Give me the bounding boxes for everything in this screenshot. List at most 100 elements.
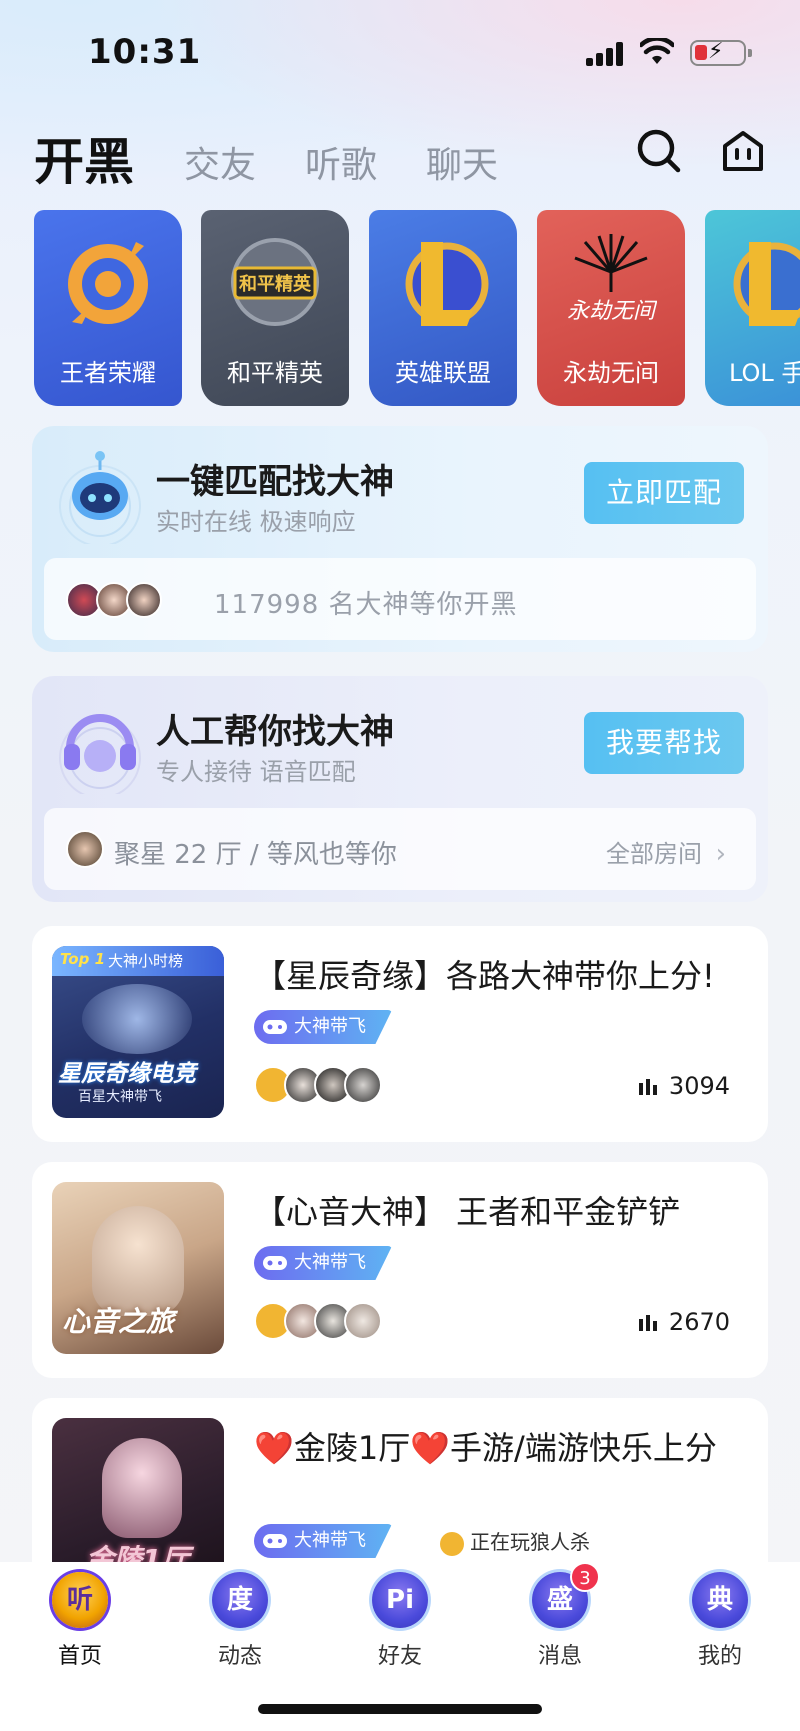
- thumb-title: 心音之旅: [62, 1305, 175, 1338]
- room-tag: 大神带飞: [254, 1524, 392, 1558]
- manual-match-title: 人工帮你找大神: [156, 712, 394, 752]
- game-card-lol[interactable]: 英雄联盟: [369, 210, 517, 406]
- chevron-right-icon: ›: [715, 839, 726, 869]
- game-name: 和平精英: [227, 359, 323, 387]
- quick-match-card: 一键匹配找大神 实时在线 极速响应 立即匹配 117998 名大神等你开黑: [32, 426, 768, 652]
- room-avatars: [254, 1066, 434, 1106]
- room-title: 【星辰奇缘】各路大神带你上分!: [254, 957, 715, 995]
- room-title: ❤️金陵1厅❤️手游/端游快乐上分: [254, 1429, 717, 1467]
- help-find-button[interactable]: 我要帮找: [584, 712, 744, 774]
- room-card[interactable]: Top 1 大神小时榜 星辰奇缘电竞 百星大神带飞 【星辰奇缘】各路大神带你上分…: [32, 926, 768, 1142]
- gamepad-icon: [263, 1256, 287, 1270]
- manual-match-subtitle: 专人接待 语音匹配: [156, 758, 356, 786]
- tab-kaihei[interactable]: 开黑: [34, 122, 134, 194]
- robot-mascot-icon: [59, 451, 141, 544]
- room-entry-bar[interactable]: 聚星 22 厅 / 等风也等你 全部房间 ›: [44, 808, 756, 890]
- moments-tab-icon: 度: [212, 1572, 268, 1628]
- svg-text:永劫无间: 永劫无间: [567, 299, 657, 324]
- nav-glyph: 盛: [546, 1585, 573, 1615]
- nav-glyph: 听: [66, 1585, 93, 1615]
- profile-tab-icon: 典: [692, 1572, 748, 1628]
- friends-tab-icon: Pi: [372, 1572, 428, 1628]
- manual-match-card: 人工帮你找大神 专人接待 语音匹配 我要帮找 聚星 22 厅 / 等风也等你 全…: [32, 676, 768, 902]
- room-thumbnail: Top 1 大神小时榜 星辰奇缘电竞 百星大神带飞: [52, 946, 224, 1118]
- tab-liaotian[interactable]: 聊天: [426, 136, 498, 188]
- room-avatars: [254, 1302, 434, 1342]
- game-card-yongjie[interactable]: 永劫无间 永劫无间: [537, 210, 685, 406]
- audio-bars-icon: [638, 1079, 659, 1095]
- lol-logo-icon: [405, 242, 489, 326]
- game-card-heping[interactable]: 和平精英 和平精英: [201, 210, 349, 406]
- game-category-strip: 王者荣耀 和平精英 和平精英 英雄联盟 永劫无间 永劫无间 LOL 手: [0, 210, 800, 406]
- avatar: [66, 830, 104, 868]
- room-title: 【心音大神】 王者和平金铲铲: [254, 1193, 681, 1231]
- gamepad-icon: [263, 1020, 287, 1034]
- quick-match-title: 一键匹配找大神: [156, 462, 394, 502]
- heping-logo-icon: 和平精英: [231, 238, 319, 326]
- thumb-title: 星辰奇缘电竞: [58, 1061, 196, 1087]
- room-tag-label: 大神带飞: [294, 1016, 366, 1037]
- listener-count-value: 2670: [668, 1308, 730, 1336]
- room-house-icon[interactable]: [720, 128, 766, 174]
- nav-profile[interactable]: 典 我的: [660, 1572, 780, 1670]
- cellular-signal-icon: [586, 42, 626, 66]
- now-playing-label: 正在玩狼人杀: [470, 1530, 590, 1554]
- nav-messages[interactable]: 盛 3 消息: [500, 1562, 620, 1670]
- game-name: 英雄联盟: [395, 359, 491, 387]
- nav-home[interactable]: 听 首页: [20, 1572, 140, 1670]
- listener-count: 3094: [638, 1072, 730, 1100]
- game-card-lol-mobile[interactable]: LOL 手: [705, 210, 800, 406]
- unread-badge: 3: [570, 1562, 600, 1592]
- nav-moments[interactable]: 度 动态: [180, 1572, 300, 1670]
- thumb-art: [102, 1438, 182, 1538]
- gamepad-icon: [263, 1534, 287, 1548]
- avatar: [344, 1066, 382, 1104]
- game-card-wangzhe[interactable]: 王者荣耀: [34, 210, 182, 406]
- quick-match-subtitle: 实时在线 极速响应: [156, 508, 356, 536]
- room-tag-label: 大神带飞: [294, 1252, 366, 1273]
- status-bar: 10:31 ⚡: [0, 0, 800, 100]
- avatar: [126, 582, 162, 618]
- wangzhe-logo-icon: [68, 242, 148, 324]
- nav-label: 好友: [377, 1644, 422, 1669]
- battery-icon: ⚡: [690, 39, 752, 66]
- room-thumbnail: 心音之旅: [52, 1182, 224, 1354]
- nav-label: 首页: [57, 1644, 102, 1669]
- status-time: 10:31: [88, 32, 202, 72]
- game-name: LOL 手: [729, 359, 800, 387]
- tab-jiaoyou[interactable]: 交友: [184, 136, 256, 188]
- online-gods-bar[interactable]: 117998 名大神等你开黑: [44, 558, 756, 640]
- nav-glyph: 典: [706, 1585, 733, 1615]
- search-icon[interactable]: [636, 128, 682, 174]
- nav-label: 消息: [537, 1644, 582, 1669]
- room-tag-label: 大神带飞: [294, 1530, 366, 1551]
- all-rooms-label: 全部房间: [605, 840, 702, 868]
- match-now-button[interactable]: 立即匹配: [584, 462, 744, 524]
- nav-label: 我的: [697, 1644, 742, 1669]
- top-tab-bar: 开黑 交友 听歌 聊天: [0, 110, 800, 191]
- room-card[interactable]: 心音之旅 【心音大神】 王者和平金铲铲 大神带飞 2670: [32, 1162, 768, 1378]
- home-tab-icon: 听: [52, 1572, 108, 1628]
- yongjie-logo-icon: 永劫无间: [567, 234, 657, 324]
- headphone-mascot-icon: [59, 714, 141, 794]
- audio-bars-icon: [638, 1315, 659, 1331]
- werewolf-game-icon: [440, 1531, 464, 1556]
- lol-mobile-logo-icon: [733, 242, 800, 326]
- tab-tingge[interactable]: 听歌: [305, 136, 377, 188]
- online-gods-count: 117998 名大神等你开黑: [214, 590, 518, 620]
- game-name: 永劫无间: [563, 359, 659, 387]
- listener-count-value: 3094: [668, 1072, 730, 1100]
- nav-friends[interactable]: Pi 好友: [340, 1572, 460, 1670]
- now-playing: 正在玩狼人杀: [440, 1526, 590, 1556]
- nav-glyph: 度: [226, 1585, 253, 1615]
- rank-top-label: Top 1: [60, 950, 105, 968]
- wifi-icon: [640, 38, 674, 64]
- game-name: 王者荣耀: [60, 359, 156, 387]
- rank-list-label: 大神小时榜: [108, 952, 184, 970]
- listener-count: 2670: [638, 1308, 730, 1336]
- thumb-art: [82, 984, 192, 1054]
- thumb-subtitle: 百星大神带飞: [78, 1089, 162, 1105]
- avatar: [344, 1302, 382, 1340]
- all-rooms-link[interactable]: 全部房间 ›: [606, 834, 726, 869]
- room-tag: 大神带飞: [254, 1246, 392, 1280]
